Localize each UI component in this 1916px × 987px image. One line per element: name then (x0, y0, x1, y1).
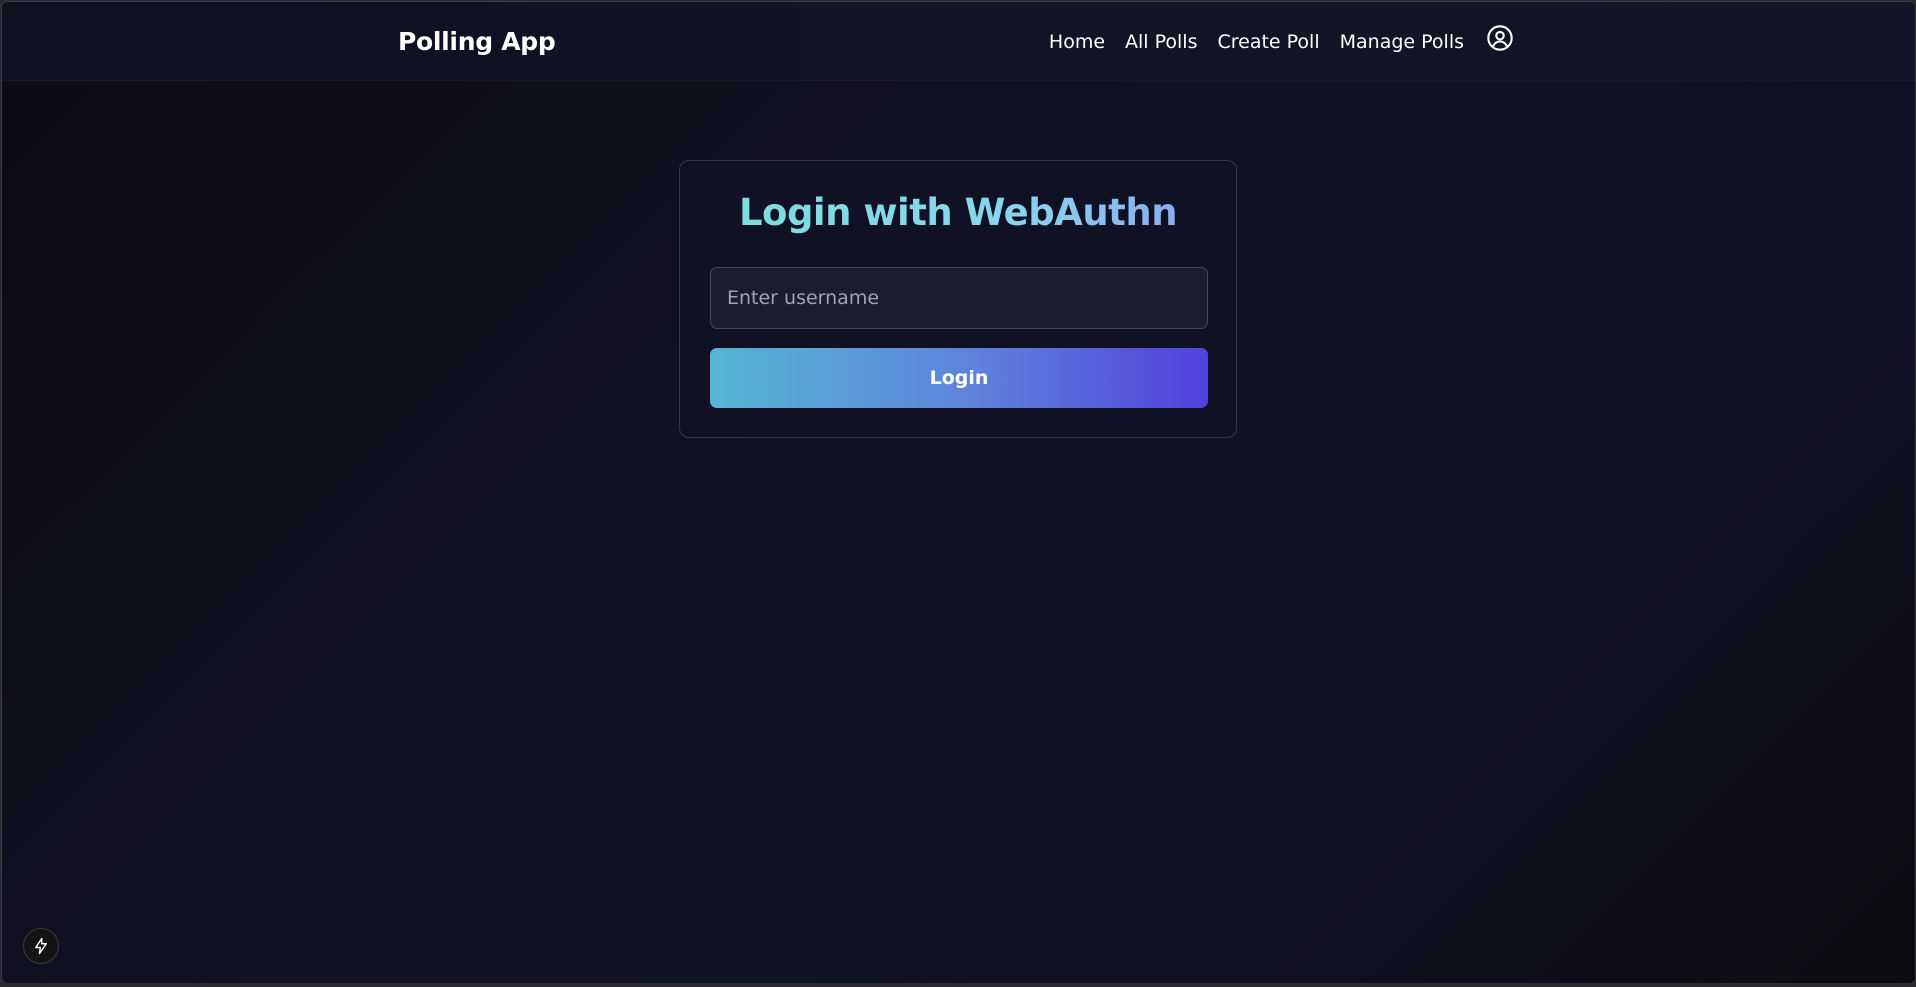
window-frame-bottom (0, 983, 1916, 987)
user-circle-icon[interactable] (1486, 24, 1514, 52)
app-window: Polling App Home All Polls Create Poll M… (1, 1, 1916, 984)
brand-title[interactable]: Polling App (398, 2, 556, 82)
username-input[interactable] (710, 267, 1208, 329)
lightning-bolt-icon (35, 937, 47, 955)
main-nav: Home All Polls Create Poll Manage Polls (1049, 2, 1514, 82)
nav-all-polls[interactable]: All Polls (1125, 31, 1197, 53)
nav-create-poll[interactable]: Create Poll (1217, 31, 1319, 53)
floating-action-button[interactable] (23, 928, 59, 964)
top-navbar: Polling App Home All Polls Create Poll M… (2, 2, 1915, 81)
login-title: Login with WebAuthn (680, 191, 1236, 234)
login-button[interactable]: Login (710, 348, 1208, 408)
nav-home[interactable]: Home (1049, 31, 1105, 53)
login-card: Login with WebAuthn Login (679, 160, 1237, 438)
nav-manage-polls[interactable]: Manage Polls (1340, 31, 1464, 53)
